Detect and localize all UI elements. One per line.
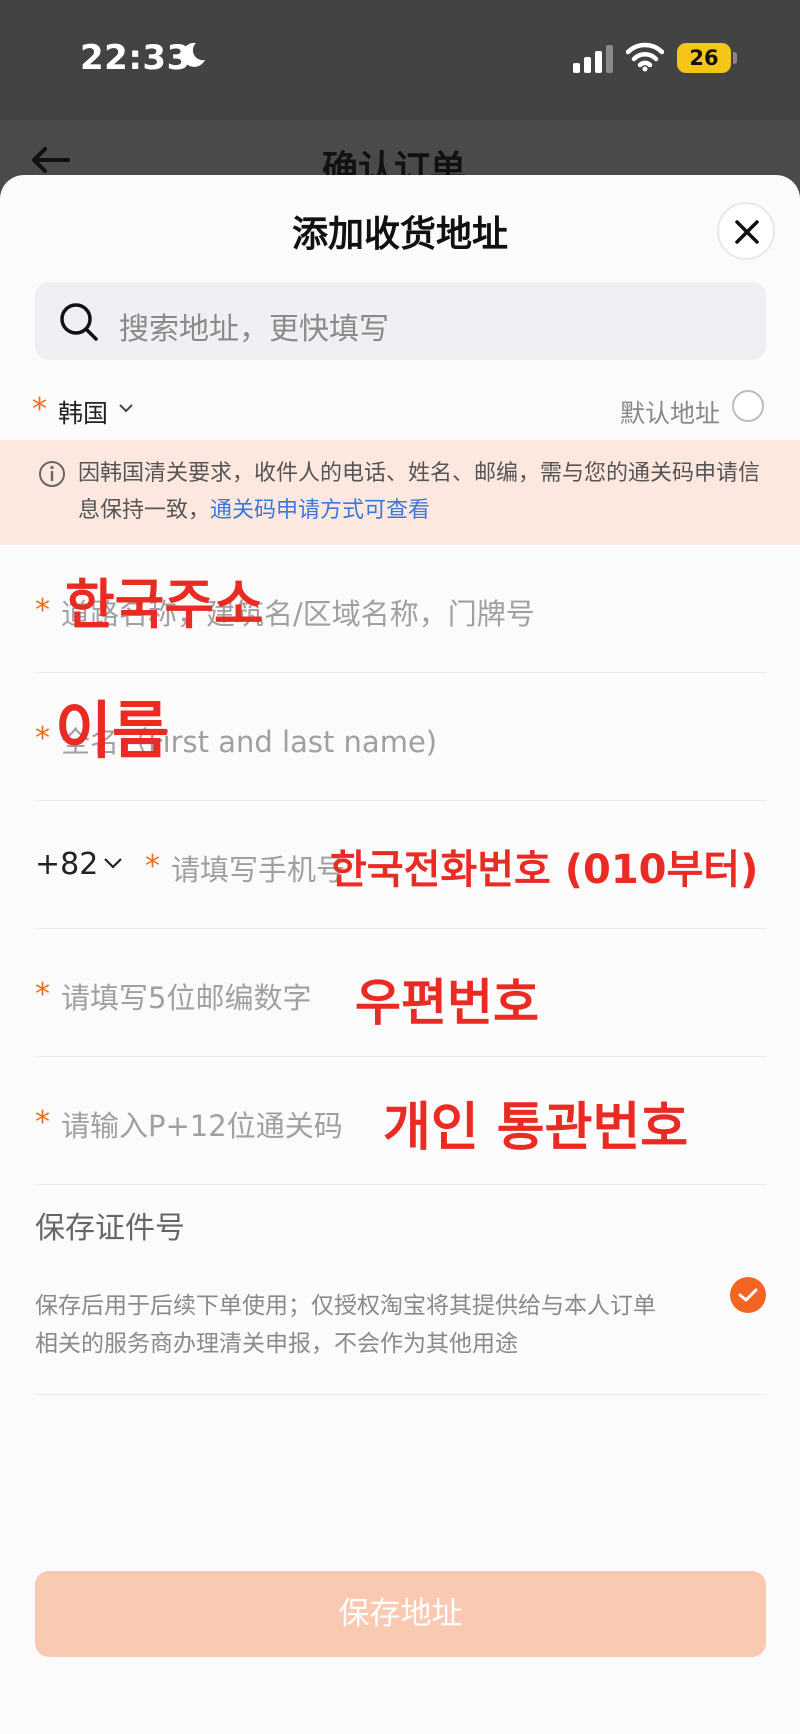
required-marker: *: [35, 1105, 50, 1140]
search-input[interactable]: 搜索地址，更快填写: [35, 282, 766, 360]
close-button[interactable]: [717, 202, 775, 260]
notice-text: 因韩国清关要求，收件人的电话、姓名、邮编，需与您的通关码申请信息保持一致，通关码…: [78, 455, 768, 529]
info-icon: [39, 461, 65, 487]
annotation-phone: 한국전화번호 (010부터): [330, 847, 759, 893]
annotation-postcode: 우편번호: [355, 974, 539, 1032]
battery-icon: 26: [677, 43, 731, 73]
save-id-checkbox[interactable]: [730, 1277, 766, 1313]
required-marker: *: [35, 593, 50, 628]
required-marker: *: [35, 721, 50, 756]
status-time: 22:33: [80, 38, 191, 78]
save-id-section: 保存证件号 保存后用于后续下单使用；仅授权淘宝将其提供给与本人订单相关的服务商办…: [35, 1185, 766, 1395]
checkmark-icon: [738, 1288, 758, 1302]
phone-prefix-selector[interactable]: +82: [35, 847, 98, 882]
postcode-placeholder: 请填写5位邮编数字: [61, 981, 312, 1015]
battery-cap: [733, 52, 737, 64]
customs-code-placeholder: 请输入P+12位通关码: [61, 1109, 343, 1143]
default-address-radio[interactable]: [732, 390, 764, 422]
annotation-address: 한국주소: [65, 573, 264, 636]
annotation-customs-code: 개인 통관번호: [383, 1098, 689, 1158]
customs-notice: 因韩国清关要求，收件人的电话、姓名、邮编，需与您的通关码申请信息保持一致，通关码…: [0, 440, 800, 545]
status-bar: 22:33 26: [0, 0, 800, 120]
moon-icon: [182, 42, 205, 67]
search-icon: [60, 303, 98, 341]
chevron-down-icon[interactable]: [103, 856, 123, 870]
country-row: * 韩国 默认地址: [30, 390, 770, 430]
add-address-sheet: 添加收货地址 搜索地址，更快填写 * 韩国 默认地址 因韩国清关要求，收件人的电…: [0, 175, 800, 1734]
sheet-title: 添加收货地址: [291, 214, 508, 255]
chevron-down-icon[interactable]: [118, 402, 134, 414]
default-address-label: 默认地址: [620, 399, 721, 428]
back-arrow-icon: [32, 147, 70, 173]
close-icon: [735, 220, 759, 244]
save-id-title: 保存证件号: [35, 1211, 185, 1246]
cellular-signal-icon: [573, 45, 613, 73]
country-selector[interactable]: 韩国: [58, 394, 108, 430]
required-marker: *: [35, 977, 50, 1012]
save-id-description: 保存后用于后续下单使用；仅授权淘宝将其提供给与本人订单相关的服务商办理清关申报，…: [35, 1293, 656, 1357]
required-marker: *: [32, 392, 47, 427]
required-marker: *: [145, 849, 160, 884]
save-address-button[interactable]: 保存地址: [35, 1571, 766, 1657]
customs-code-link[interactable]: 通关码申请方式可查看: [210, 498, 430, 523]
annotation-name: 이름: [55, 694, 170, 767]
phone-placeholder: 请填写手机号: [171, 853, 346, 887]
wifi-icon: [626, 42, 664, 72]
search-placeholder: 搜索地址，更快填写: [119, 312, 389, 347]
